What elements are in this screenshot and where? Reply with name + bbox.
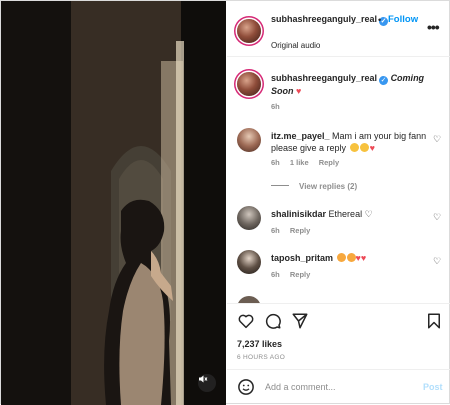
emoji-smile-icon[interactable] (237, 378, 255, 396)
caption-text: subhashreeganguly_real ✓ Coming Soon ♥ (271, 72, 431, 97)
comment-time[interactable]: 6h (271, 226, 280, 235)
commenter-avatar[interactable] (237, 128, 261, 152)
likes-count[interactable]: 7,237 likes (237, 339, 282, 349)
comment-username[interactable]: taposh_pritam (271, 253, 333, 263)
commenter-avatar[interactable] (237, 206, 261, 230)
view-replies-button[interactable]: View replies (2) (271, 182, 357, 191)
add-comment-input[interactable]: Add a comment... (265, 382, 336, 392)
divider-line (271, 185, 289, 186)
comment-time[interactable]: 6h (271, 158, 280, 167)
comment-meta: 6h Reply (271, 226, 318, 235)
speaker-muted-icon (199, 375, 208, 383)
face-emoji-icon (349, 143, 359, 152)
author-username[interactable]: subhashreeganguly_real ✓ (271, 14, 391, 26)
save-bookmark-icon[interactable] (425, 312, 443, 330)
heart-eyes-emoji-icon (336, 253, 346, 262)
comment-likes[interactable]: 1 like (290, 158, 309, 167)
comment-time[interactable]: 6h (271, 270, 280, 279)
caption-username[interactable]: subhashreeganguly_real (271, 73, 377, 83)
verified-badge-icon: ✓ (379, 76, 389, 85)
comment-bubble-icon[interactable] (264, 312, 282, 330)
more-options-icon[interactable]: ••• (427, 19, 440, 35)
red-heart-icon: ♥ (360, 253, 367, 263)
view-replies-label[interactable]: View replies (2) (299, 182, 357, 191)
separator-dot: • (378, 15, 382, 25)
author-avatar[interactable] (237, 19, 261, 43)
post-comment-button[interactable]: Post (423, 382, 443, 392)
comment-body: Ethereal (328, 209, 363, 219)
reply-button[interactable]: Reply (319, 158, 339, 167)
white-heart-icon: ♡ (364, 209, 373, 219)
heart-eyes-emoji-icon (346, 253, 356, 262)
red-heart-icon: ♥ (369, 143, 375, 153)
like-heart-icon[interactable] (237, 312, 255, 330)
post-timestamp[interactable]: 6 HOURS AGO (237, 354, 285, 361)
comment-username[interactable]: itz.me_payel_ (271, 131, 330, 141)
audio-link[interactable]: Original audio (271, 41, 320, 50)
face-emoji-icon (359, 143, 369, 152)
share-paper-plane-icon[interactable] (291, 312, 309, 330)
comment-meta: 6h 1 like Reply (271, 158, 347, 167)
comment-text: shalinisikdar Ethereal ♡ (271, 208, 431, 220)
reply-button[interactable]: Reply (290, 226, 310, 235)
reply-button[interactable]: Reply (290, 270, 310, 279)
post-actions: 7,237 likes 6 HOURS AGO (227, 303, 450, 373)
follow-button[interactable]: Follow (388, 14, 418, 25)
like-comment-icon[interactable]: ♡ (433, 212, 441, 223)
comment-text: itz.me_payel_ Mam i am your big fann ple… (271, 130, 431, 154)
caption-time[interactable]: 6h (271, 102, 280, 111)
add-comment-bar: Add a comment... Post (227, 369, 450, 405)
post-details-panel: subhashreeganguly_real ✓ • Follow Origina… (227, 1, 450, 405)
instagram-post-window: subhashreeganguly_real ✓ • Follow Origina… (0, 0, 450, 405)
comments-list[interactable]: subhashreeganguly_real ✓ Coming Soon ♥ 6h… (227, 58, 450, 303)
author-username-text[interactable]: subhashreeganguly_real (271, 14, 377, 24)
like-comment-icon[interactable]: ♡ (433, 256, 441, 267)
like-comment-icon[interactable]: ♡ (433, 134, 441, 145)
commenter-avatar[interactable] (237, 296, 261, 303)
comment-text: taposh_pritam ♥♥ (271, 252, 431, 264)
video-frame-image (1, 1, 226, 405)
comment-meta: 6h Reply (271, 270, 318, 279)
commenter-avatar[interactable] (237, 250, 261, 274)
comment-username[interactable]: shalinisikdar (271, 209, 326, 219)
caption-meta: 6h (271, 102, 288, 111)
red-heart-icon: ♥ (296, 86, 302, 96)
post-video[interactable] (1, 1, 226, 405)
mute-button[interactable] (198, 374, 216, 392)
post-header: subhashreeganguly_real ✓ • Follow Origina… (227, 1, 450, 57)
caption-avatar[interactable] (237, 72, 261, 96)
